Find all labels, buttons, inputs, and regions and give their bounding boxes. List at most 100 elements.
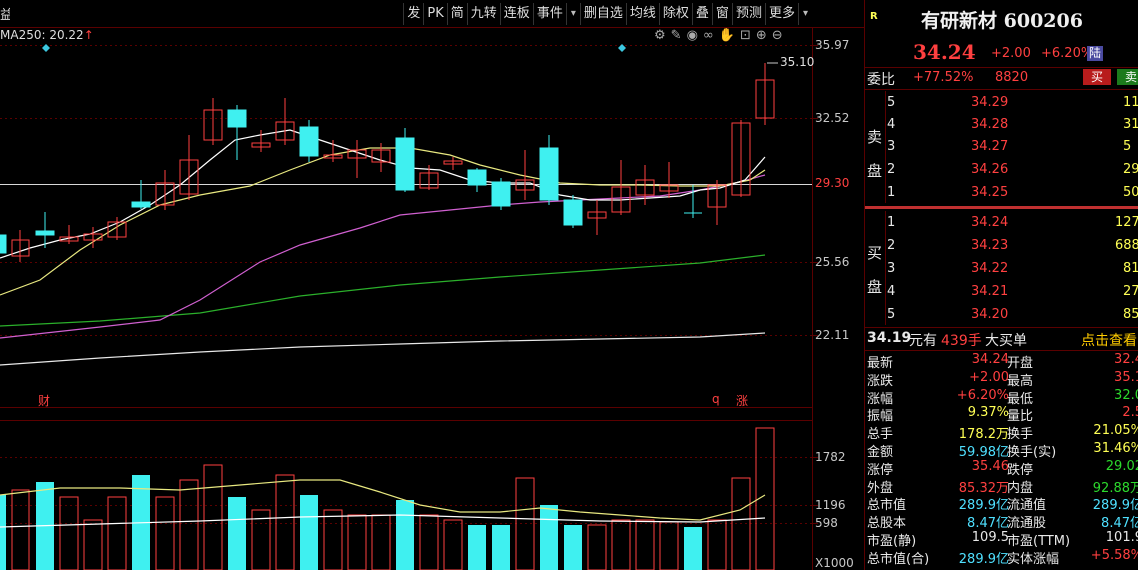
ask-row-2[interactable]: 2 34.26 29: [865, 159, 1138, 180]
ask-level: 5: [887, 95, 896, 110]
ask-level: 1: [887, 185, 896, 200]
big-order-unit: 元有: [909, 333, 937, 349]
stats-row: 涨停 35.46跌停 29.02: [865, 458, 1138, 478]
stat-label: 换手(实): [1007, 445, 1057, 460]
commission-ratio: +77.52%: [913, 70, 974, 85]
stat-label: 涨跌: [867, 373, 894, 389]
stat-value: +6.20%: [956, 387, 1009, 403]
stats-row: 金额 59.98亿换手(实) 31.46%: [865, 441, 1138, 460]
stats-row: 最新 34.24开盘 32.4: [865, 352, 1138, 371]
stat-label: 最低: [1007, 391, 1034, 407]
ask-volume: 31: [1123, 117, 1138, 132]
commission-diff: 8820: [995, 70, 1029, 85]
stat-value: 21.05%: [1093, 423, 1138, 439]
market-connect-tag: 陆: [1087, 46, 1104, 61]
ask-price: 34.25: [971, 185, 1009, 200]
bid-price: 34.22: [971, 261, 1009, 276]
bid-volume: 127: [1115, 215, 1138, 230]
quote-panel: R 有研新材 600206 34.24 +2.00 +6.20% 陆 委比 +7…: [864, 0, 1138, 570]
stats-row: 市盈(静) 109.5市盈(TTM) 101.9: [865, 530, 1138, 549]
stat-label: 跌停: [1007, 462, 1034, 478]
ma120-line: [0, 254, 766, 327]
stats-row: 外盘 85.32万 内盘 92.88万: [865, 477, 1138, 496]
kline-chart-svg[interactable]: [0, 0, 864, 570]
bid-level: 3: [887, 261, 896, 276]
bid-volume: 688: [1115, 238, 1138, 253]
volume-ma5-line: [0, 479, 766, 521]
commission-row: 委比 +77.52% 8820 买 卖: [865, 67, 1138, 88]
stat-label: 外盘: [867, 480, 894, 496]
stat-value: 2.5: [1122, 405, 1138, 421]
stat-label: 内盘: [1007, 480, 1034, 496]
event-earnings-marker[interactable]: 财: [38, 392, 50, 409]
bid-price: 34.21: [971, 284, 1009, 299]
volume-tick-label: 1782: [815, 450, 846, 464]
stat-label: 振幅: [867, 409, 894, 425]
commission-label: 委比: [867, 72, 895, 88]
stat-value: 35.46: [971, 458, 1009, 474]
ask-row-4[interactable]: 4 34.28 31: [865, 114, 1138, 135]
bid-volume: 27: [1123, 284, 1138, 299]
price-change: +2.00: [991, 46, 1031, 61]
ask-row-1[interactable]: 1 34.25 50: [865, 182, 1138, 203]
ask-level: 3: [887, 139, 896, 154]
ask-volume: 29: [1123, 162, 1138, 177]
ask-price: 34.26: [971, 162, 1009, 177]
bid-row-2[interactable]: 2 34.23 688: [865, 235, 1138, 256]
stat-label: 量比: [1007, 409, 1034, 425]
sell-button[interactable]: 卖: [1117, 69, 1138, 85]
stat-label: 实体涨幅: [1007, 551, 1060, 567]
volume-bars: [0, 427, 775, 570]
stat-value: 101.9: [1105, 530, 1138, 545]
buy-button[interactable]: 买: [1083, 69, 1111, 85]
stat-label: 市盈(TTM): [1007, 534, 1071, 549]
ask-price: 34.27: [971, 139, 1009, 154]
volume-tick-label: 1196: [815, 498, 846, 512]
bid-row-5[interactable]: 5 34.20 85: [865, 304, 1138, 325]
ask-row-3[interactable]: 3 34.27 5: [865, 136, 1138, 157]
ask-price: 34.28: [971, 117, 1009, 132]
ask-level: 4: [887, 117, 896, 132]
price-tick-label: 25.56: [815, 255, 850, 269]
stat-value: +2.00: [969, 369, 1009, 385]
volume-tick-label: 598: [815, 516, 838, 530]
bid-volume: 81: [1123, 261, 1138, 276]
stat-label: 最新: [867, 356, 894, 371]
big-order-label: 大买单: [985, 333, 1027, 349]
bid-row-1[interactable]: 1 34.24 127: [865, 212, 1138, 233]
bid-volume: 85: [1123, 307, 1138, 322]
stat-label: 总市值: [867, 498, 907, 514]
view-big-order-link[interactable]: 点击查看: [1081, 330, 1137, 350]
stat-value: 34.24: [971, 352, 1009, 367]
event-q-marker[interactable]: q: [712, 392, 720, 406]
stats-row: 涨跌 +2.00最高 35.1: [865, 369, 1138, 389]
current-price-tag: 29.30: [813, 176, 852, 190]
stat-value: 32.0: [1114, 387, 1138, 403]
stat-value: +5.58%: [1090, 547, 1138, 563]
event-limit-up-marker[interactable]: 涨: [736, 392, 748, 409]
stat-label: 涨幅: [867, 391, 894, 407]
big-order-shares: 439手: [941, 333, 982, 349]
stat-label: 换手: [1007, 427, 1034, 443]
bid-level: 4: [887, 284, 896, 299]
stat-value: 9.37%: [967, 405, 1009, 421]
bid-price: 34.24: [971, 215, 1009, 230]
stat-value: 289.9亿: [958, 498, 1009, 514]
stat-label: 涨停: [867, 462, 894, 478]
stat-label: 金额: [867, 445, 894, 460]
stat-label: 最高: [1007, 373, 1034, 389]
r-badge: R: [870, 11, 878, 22]
bid-row-4[interactable]: 4 34.21 27: [865, 281, 1138, 302]
price-tick-label: 22.11: [815, 328, 850, 342]
ask-row-5[interactable]: 5 34.29 11: [865, 92, 1138, 113]
stat-value: 289.9亿: [958, 551, 1009, 567]
stat-label: 总股本: [867, 516, 907, 532]
ask-volume: 11: [1123, 95, 1138, 110]
stat-label: 开盘: [1007, 356, 1034, 371]
stats-row: 总市值(合) 289.9亿 实体涨幅 +5.58%: [865, 547, 1138, 567]
stock-name: 有研新材: [921, 10, 998, 32]
bid-row-3[interactable]: 3 34.22 81: [865, 258, 1138, 279]
bid-ask-separator: [865, 206, 1138, 209]
volume-unit-label: X1000: [815, 556, 854, 570]
price-change-pct: +6.20%: [1041, 46, 1094, 61]
